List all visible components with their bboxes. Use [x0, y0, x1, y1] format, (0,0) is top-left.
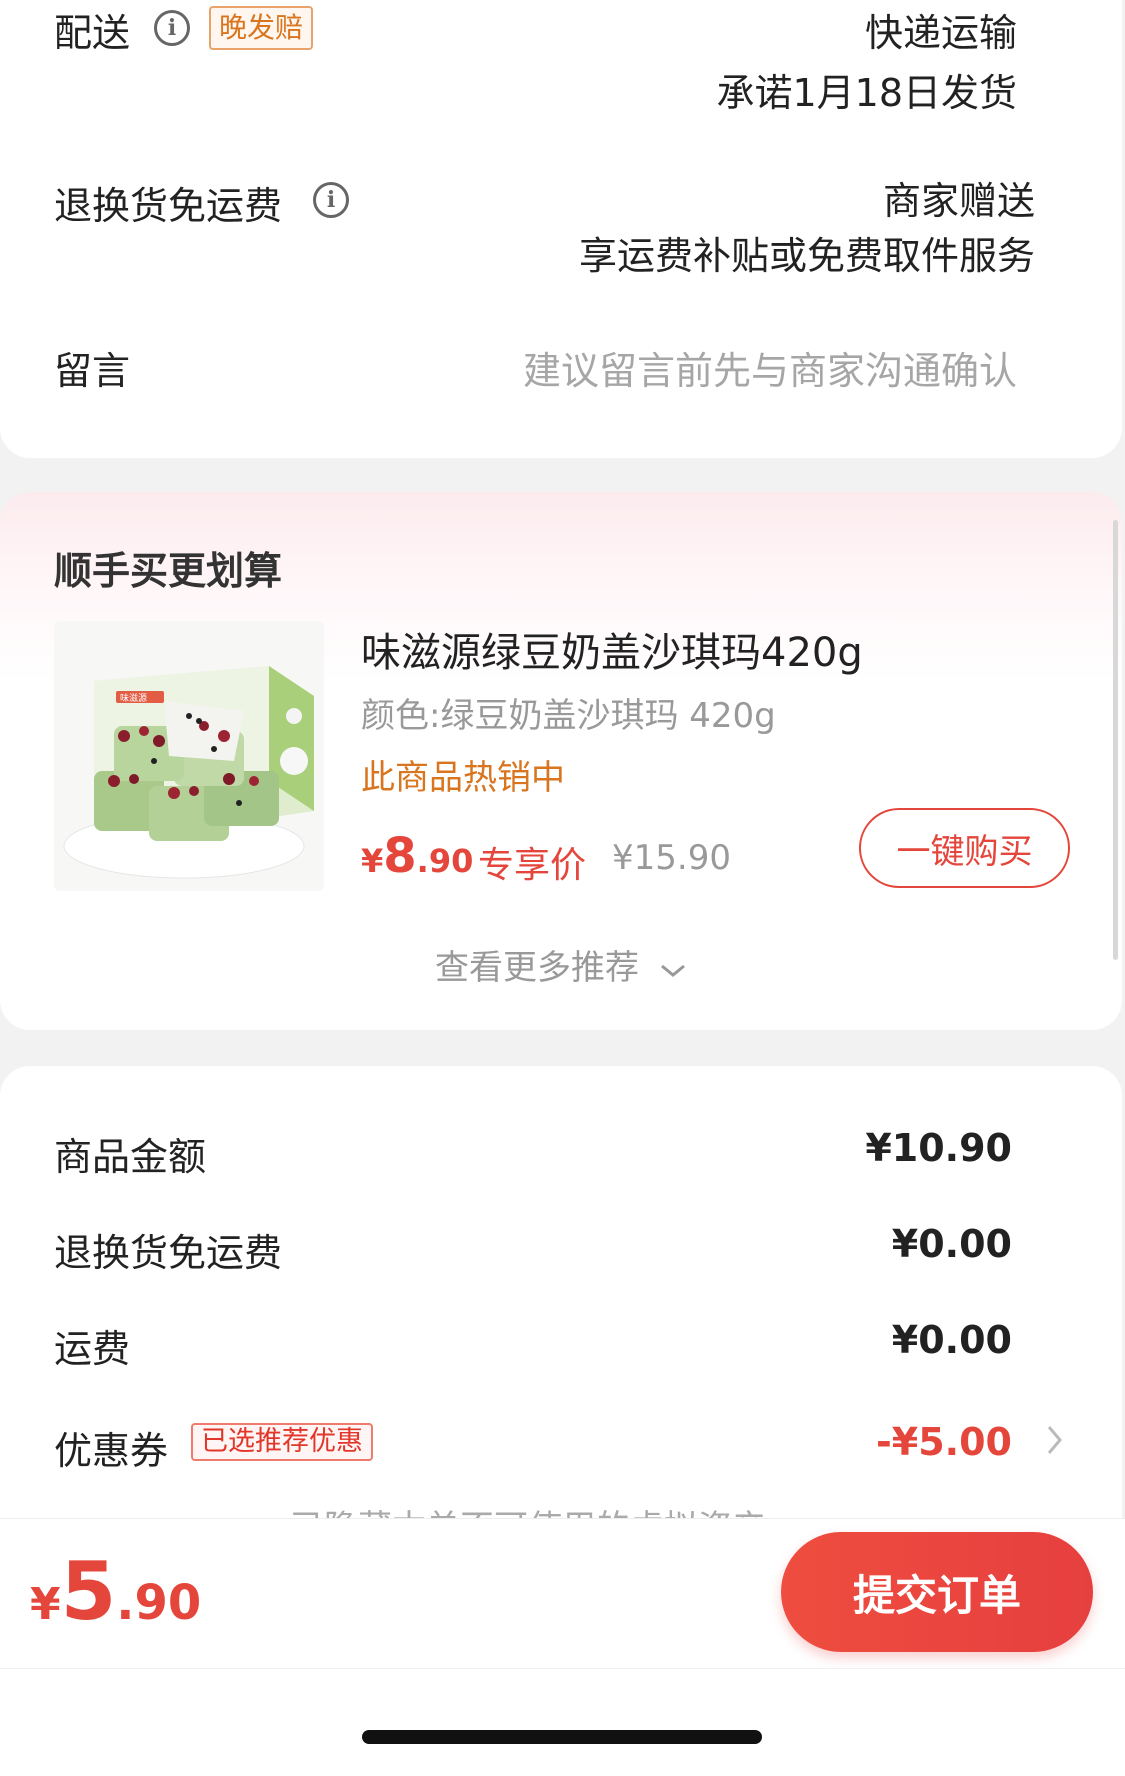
total-symbol: ¥: [30, 1579, 61, 1630]
product-image[interactable]: 味滋源: [54, 621, 324, 891]
total-price: ¥5.90: [30, 1545, 201, 1638]
info-icon[interactable]: i: [154, 10, 190, 46]
product-title[interactable]: 味滋源绿豆奶盖沙琪玛420g: [361, 620, 863, 678]
product-hot-selling: 此商品热销中: [361, 758, 565, 798]
price-decimal: .90: [416, 842, 474, 880]
chevron-down-icon: [660, 948, 686, 988]
return-shipping-label: 退换货免运费: [54, 184, 283, 228]
shipping-value: ¥0.00: [891, 1318, 1012, 1362]
recommend-section-title: 顺手买更划算: [54, 549, 283, 593]
sachima-illustration: 味滋源: [63, 666, 314, 879]
chevron-right-icon[interactable]: [1046, 1424, 1064, 1460]
info-icon[interactable]: i: [313, 182, 349, 218]
coupon-value[interactable]: -¥5.00: [876, 1420, 1012, 1464]
late-delivery-compensation-badge: 晚发赔: [209, 6, 314, 50]
safe-area: [0, 1668, 1125, 1776]
view-more-label: 查看更多推荐: [435, 948, 639, 988]
home-indicator[interactable]: [362, 1730, 762, 1744]
price-label: 专享价: [478, 845, 587, 886]
coupon-label: 优惠券: [54, 1429, 169, 1473]
message-input[interactable]: 建议留言前先与商家沟通确认: [523, 340, 1017, 395]
delivery-method: 快递运输: [864, 11, 1017, 55]
price-symbol: ¥: [361, 842, 384, 880]
product-variant: 颜色:绿豆奶盖沙琪玛 420g: [361, 696, 776, 736]
return-fee-value: ¥0.00: [891, 1222, 1012, 1266]
product-price: ¥8.90: [361, 828, 473, 884]
scrollbar[interactable]: [1113, 520, 1118, 960]
delivery-label: 配送: [54, 11, 131, 55]
total-integer: 5: [60, 1545, 117, 1638]
view-more-recommend[interactable]: 查看更多推荐: [435, 940, 686, 989]
shipping-label: 运费: [54, 1327, 131, 1371]
original-price: ¥15.90: [612, 838, 731, 878]
one-click-buy-button[interactable]: 一键购买: [859, 808, 1070, 888]
goods-amount-label: 商品金额: [54, 1135, 207, 1179]
coupon-selected-tag: 已选推荐优惠: [191, 1423, 373, 1461]
delivery-promise: 承诺1月18日发货: [716, 71, 1017, 115]
message-label: 留言: [54, 349, 131, 393]
package-brand: 味滋源: [120, 692, 147, 704]
total-decimal: .90: [116, 1575, 202, 1631]
return-shipping-desc: 享运费补贴或免费取件服务: [578, 234, 1035, 278]
return-fee-label: 退换货免运费: [54, 1231, 283, 1275]
price-integer: 8: [383, 828, 417, 884]
return-shipping-title: 商家赠送: [882, 179, 1035, 223]
goods-amount-value: ¥10.90: [865, 1126, 1012, 1170]
submit-order-button[interactable]: 提交订单: [781, 1532, 1093, 1652]
